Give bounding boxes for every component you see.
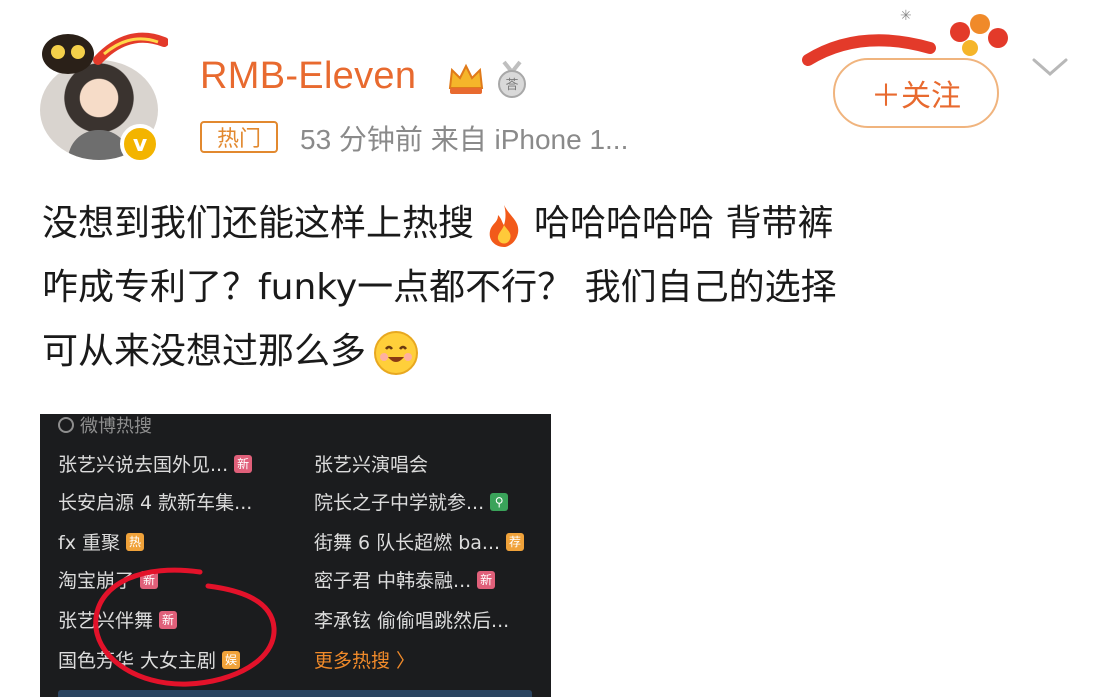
hot-search-item: 张艺兴说去国外见... 新 <box>58 450 253 477</box>
search-icon <box>58 417 74 433</box>
svg-text:荅: 荅 <box>505 78 518 93</box>
hot-search-item: 长安启源 4 款新车集... <box>58 488 252 515</box>
fire-emoji <box>489 205 519 247</box>
verify-icon: v <box>120 124 160 164</box>
hot-search-item-text: 长安启源 4 款新车集... <box>58 492 253 514</box>
hot-search-item: 李承铉 偷偷唱跳然后... <box>314 606 509 633</box>
crown-icon <box>448 63 484 94</box>
hot-search-screenshot[interactable]: 微博热搜 张艺兴说去国外见... 新 张艺兴演唱会 长安启源 4 款新车集... … <box>40 414 551 697</box>
hot-search-item-text: 院长之子中学就参... <box>314 492 485 514</box>
post-text-3: 可从来没想过那么多 <box>42 331 367 372</box>
hot-search-item: 密子君 中韩泰融... 新 <box>314 566 496 593</box>
hot-search-item-text: 街舞 6 队长超燃 ba... <box>314 532 501 554</box>
screenshot-bottom-bar <box>58 690 532 697</box>
post-line-2: 咋成专利了？funky一点都不行？ 我们自己的选择 <box>42 267 837 308</box>
more-hot-search-text: 更多热搜 〉 <box>314 650 416 672</box>
hot-search-item: fx 重聚热 <box>58 528 144 555</box>
hot-search-item-text: fx 重聚 <box>58 532 120 554</box>
chevron-down-icon[interactable] <box>1030 56 1070 80</box>
hot-tag: 热门 <box>200 121 278 153</box>
new-badge: 新 <box>234 454 253 473</box>
hot-search-title: 微博热搜 <box>58 414 152 438</box>
medal-icon: 荅 <box>498 60 526 98</box>
red-hand-drawn-circle <box>93 567 277 687</box>
post-meta: 53 分钟前 来自 iPhone 1... <box>300 124 629 155</box>
username[interactable]: RMB-Eleven <box>200 55 416 98</box>
hot-search-item: 张艺兴演唱会 <box>314 450 428 477</box>
tiger-year-avatar-frame-icon <box>42 32 168 74</box>
more-hot-search-link[interactable]: 更多热搜 〉 <box>314 646 415 673</box>
recommend-badge: 荐 <box>506 532 525 551</box>
post-text-1b: 哈哈哈哈哈 背带裤 <box>534 203 834 244</box>
hot-search-item-text: 密子君 中韩泰融... <box>314 570 472 592</box>
hot-search-item-text: 张艺兴演唱会 <box>314 454 429 476</box>
location-badge: ⚲ <box>490 492 509 511</box>
post-text-1a: 没想到我们还能这样上热搜 <box>42 203 475 244</box>
hot-badge: 热 <box>125 532 144 551</box>
post-line-3: 可从来没想过那么多 <box>42 320 1082 384</box>
post-line-1: 没想到我们还能这样上热搜 哈哈哈哈哈 背带裤 <box>42 192 1082 256</box>
new-badge: 新 <box>477 570 496 589</box>
hot-search-item: 院长之子中学就参... ⚲ <box>314 488 509 515</box>
post-body: 没想到我们还能这样上热搜 哈哈哈哈哈 背带裤 咋成专利了？funky一点都不行？… <box>42 192 1082 384</box>
smile-emoji <box>374 331 419 375</box>
hot-search-item: 街舞 6 队长超燃 ba... 荐 <box>314 528 525 555</box>
hot-search-title-text: 微博热搜 <box>80 416 152 437</box>
svg-text:✳: ✳ <box>900 8 912 24</box>
hot-search-item-text: 张艺兴说去国外见... <box>58 454 229 476</box>
hot-search-item-text: 李承铉 偷偷唱跳然后... <box>314 610 510 632</box>
follow-button[interactable]: ＋关注 <box>833 58 999 128</box>
